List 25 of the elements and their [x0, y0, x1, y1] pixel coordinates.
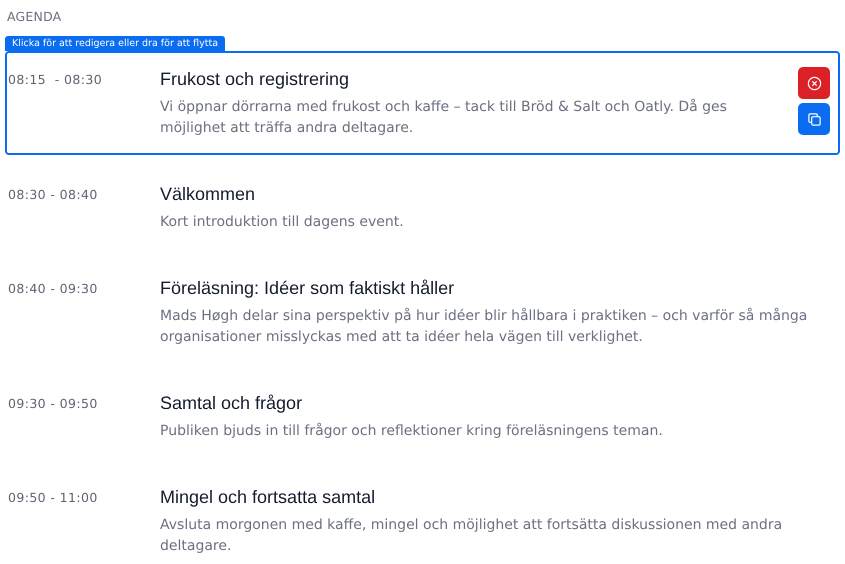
copy-icon [806, 112, 822, 126]
item-title: Välkommen [160, 183, 256, 206]
agenda-item[interactable]: 09:30 - 09:50 Samtal och frågor Publiken bjuds in till frågor och reflektioner kring föreläsningens teman. [5, 375, 840, 458]
time-range: 08:30 - 08:40 [7, 186, 99, 204]
close-icon [806, 76, 822, 90]
item-title: Föreläsning: Idéer som faktiskt håller [160, 277, 456, 300]
agenda-item[interactable]: 08:30 - 08:40 Välkommen Kort introduktion till dagens event. [5, 166, 840, 249]
item-description: Avsluta morgonen med kaffe, mingel och möjlighet att fortsätta diskussionen med andra deltagare. [160, 516, 784, 556]
edit-hint-label: Klicka för att redigera eller dra för att flytta [5, 36, 226, 51]
item-description: Vi öppnar dörrarna med frukost och kaffe – tack till Bröd & Salt och Oatly. Då ges möjlighet att träffa andra deltagare. [160, 98, 728, 138]
agenda-item-card[interactable]: 08:15 - 08:30 Frukost och registrering Vi öppnar dörrarna med frukost och kaffe – tack till Bröd & Salt och Oatly. Då ges möjlighet att träffa andra deltagare. [5, 51, 840, 155]
agenda-item[interactable]: 09:50 - 11:00 Mingel och fortsatta samtal Avsluta morgonen med kaffe, mingel och möjlighet att fortsätta diskussionen med andra deltagare. [5, 469, 840, 564]
time-range: 08:15 - 08:30 [7, 71, 104, 89]
time-range: 09:50 - 11:00 [7, 489, 99, 507]
item-description: Mads Høgh delar sina perspektiv på hur idéer blir hållbara i praktiken – och varför så många organisationer misslyckas med att ta idéer hela vägen till verklighet. [160, 306, 808, 347]
time-range: 09:30 - 09:50 [7, 395, 99, 413]
item-description: Publiken bjuds in till frågor och reflektioner kring föreläsningens teman. [160, 422, 664, 441]
item-title: Samtal och frågor [160, 392, 304, 415]
item-description: Kort introduktion till dagens event. [160, 213, 405, 232]
duplicate-button[interactable] [798, 103, 830, 135]
delete-button[interactable] [798, 67, 830, 99]
item-title: Mingel och fortsatta samtal [160, 486, 376, 509]
time-range: 08:40 - 09:30 [7, 280, 99, 298]
item-title: Frukost och registrering [160, 68, 350, 91]
section-heading: AGENDA [6, 9, 62, 24]
